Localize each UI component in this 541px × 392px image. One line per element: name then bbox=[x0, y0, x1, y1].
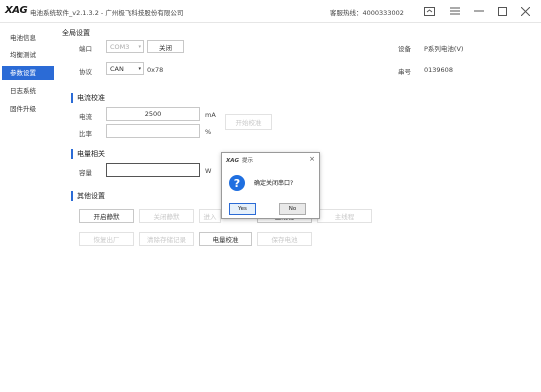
chevron-down-icon: ▾ bbox=[138, 43, 141, 50]
capacity-unit: W bbox=[205, 167, 212, 175]
sidebar-item-battery-info[interactable]: 电池信息 bbox=[2, 31, 54, 45]
close-icon[interactable] bbox=[516, 3, 534, 19]
app-logo: XAG bbox=[5, 5, 28, 16]
ratio-input[interactable] bbox=[106, 124, 200, 138]
sidebar: 电池信息 均衡测试 参数设置 日志系统 固件升级 bbox=[0, 23, 56, 392]
protocol-label: 协议 bbox=[79, 68, 92, 76]
port-value: COM3 bbox=[110, 42, 130, 51]
main-thread-button-2[interactable]: 主线程 bbox=[317, 209, 372, 223]
no-button[interactable]: No bbox=[279, 203, 306, 215]
disable-silent-button[interactable]: 关闭静默 bbox=[139, 209, 194, 223]
dialog-logo: XAG bbox=[226, 158, 240, 164]
yes-button[interactable]: Yes bbox=[229, 203, 256, 215]
device-label: 设备 bbox=[398, 45, 411, 53]
clear-records-button[interactable]: 清除存储记录 bbox=[139, 232, 194, 246]
power-section-title: 电量相关 bbox=[71, 149, 105, 159]
current-input[interactable]: 2500 bbox=[106, 107, 200, 121]
confirm-dialog: XAG 提示 × ? 确定关闭串口? Yes No bbox=[221, 152, 320, 219]
factory-reset-button[interactable]: 恢复出厂 bbox=[79, 232, 134, 246]
protocol-value: CAN bbox=[110, 64, 124, 73]
global-settings-title: 全局设置 bbox=[62, 29, 90, 37]
current-unit: mA bbox=[205, 111, 216, 119]
protocol-select[interactable]: CAN ▾ bbox=[106, 62, 144, 75]
question-icon: ? bbox=[229, 175, 245, 191]
window-title: 电池系统软件_v2.1.3.2 - 广州极飞科技股份有限公司 bbox=[30, 9, 184, 17]
serial-value: 0139608 bbox=[424, 66, 453, 74]
close-port-button[interactable]: 关闭 bbox=[147, 40, 184, 53]
capacity-label: 容量 bbox=[79, 169, 92, 177]
protocol-extra: 0x78 bbox=[147, 66, 164, 74]
sidebar-item-log-system[interactable]: 日志系统 bbox=[2, 84, 54, 98]
sidebar-item-balance-test[interactable]: 均衡测试 bbox=[2, 48, 54, 62]
dialog-title: XAG 提示 bbox=[226, 156, 253, 164]
minimize-icon[interactable] bbox=[470, 3, 488, 19]
dialog-message: 确定关闭串口? bbox=[254, 180, 294, 187]
power-calibration-button[interactable]: 电量校准 bbox=[199, 232, 252, 246]
menu-icon[interactable] bbox=[446, 3, 464, 19]
other-settings-title: 其他设置 bbox=[71, 191, 105, 201]
current-label: 电流 bbox=[79, 113, 92, 121]
port-label: 端口 bbox=[79, 45, 92, 53]
title-bar: XAG 电池系统软件_v2.1.3.2 - 广州极飞科技股份有限公司 客服热线：… bbox=[0, 0, 541, 23]
current-calibration-title: 电流校准 bbox=[71, 93, 105, 103]
close-icon[interactable]: × bbox=[309, 155, 315, 163]
start-calibration-button[interactable]: 开始校准 bbox=[225, 114, 272, 130]
enter-button[interactable]: 进入 bbox=[199, 209, 221, 223]
ratio-label: 比率 bbox=[79, 130, 92, 138]
screenshot-icon[interactable] bbox=[420, 3, 438, 19]
capacity-input[interactable] bbox=[106, 163, 200, 177]
ratio-unit: % bbox=[205, 128, 212, 136]
port-select[interactable]: COM3 ▾ bbox=[106, 40, 144, 53]
chevron-down-icon: ▾ bbox=[138, 65, 141, 72]
sidebar-item-firmware-upgrade[interactable]: 固件升级 bbox=[2, 102, 54, 116]
dialog-title-text: 提示 bbox=[242, 158, 254, 164]
maximize-icon[interactable] bbox=[493, 3, 511, 19]
device-value: P系列电池(V) bbox=[424, 45, 464, 53]
hotline-text: 客服热线：4000333002 bbox=[330, 9, 404, 17]
sidebar-item-parameter-settings[interactable]: 参数设置 bbox=[2, 66, 54, 80]
save-battery-button[interactable]: 保存电池 bbox=[257, 232, 312, 246]
serial-label: 串号 bbox=[398, 68, 411, 76]
enable-silent-button[interactable]: 开启静默 bbox=[79, 209, 134, 223]
